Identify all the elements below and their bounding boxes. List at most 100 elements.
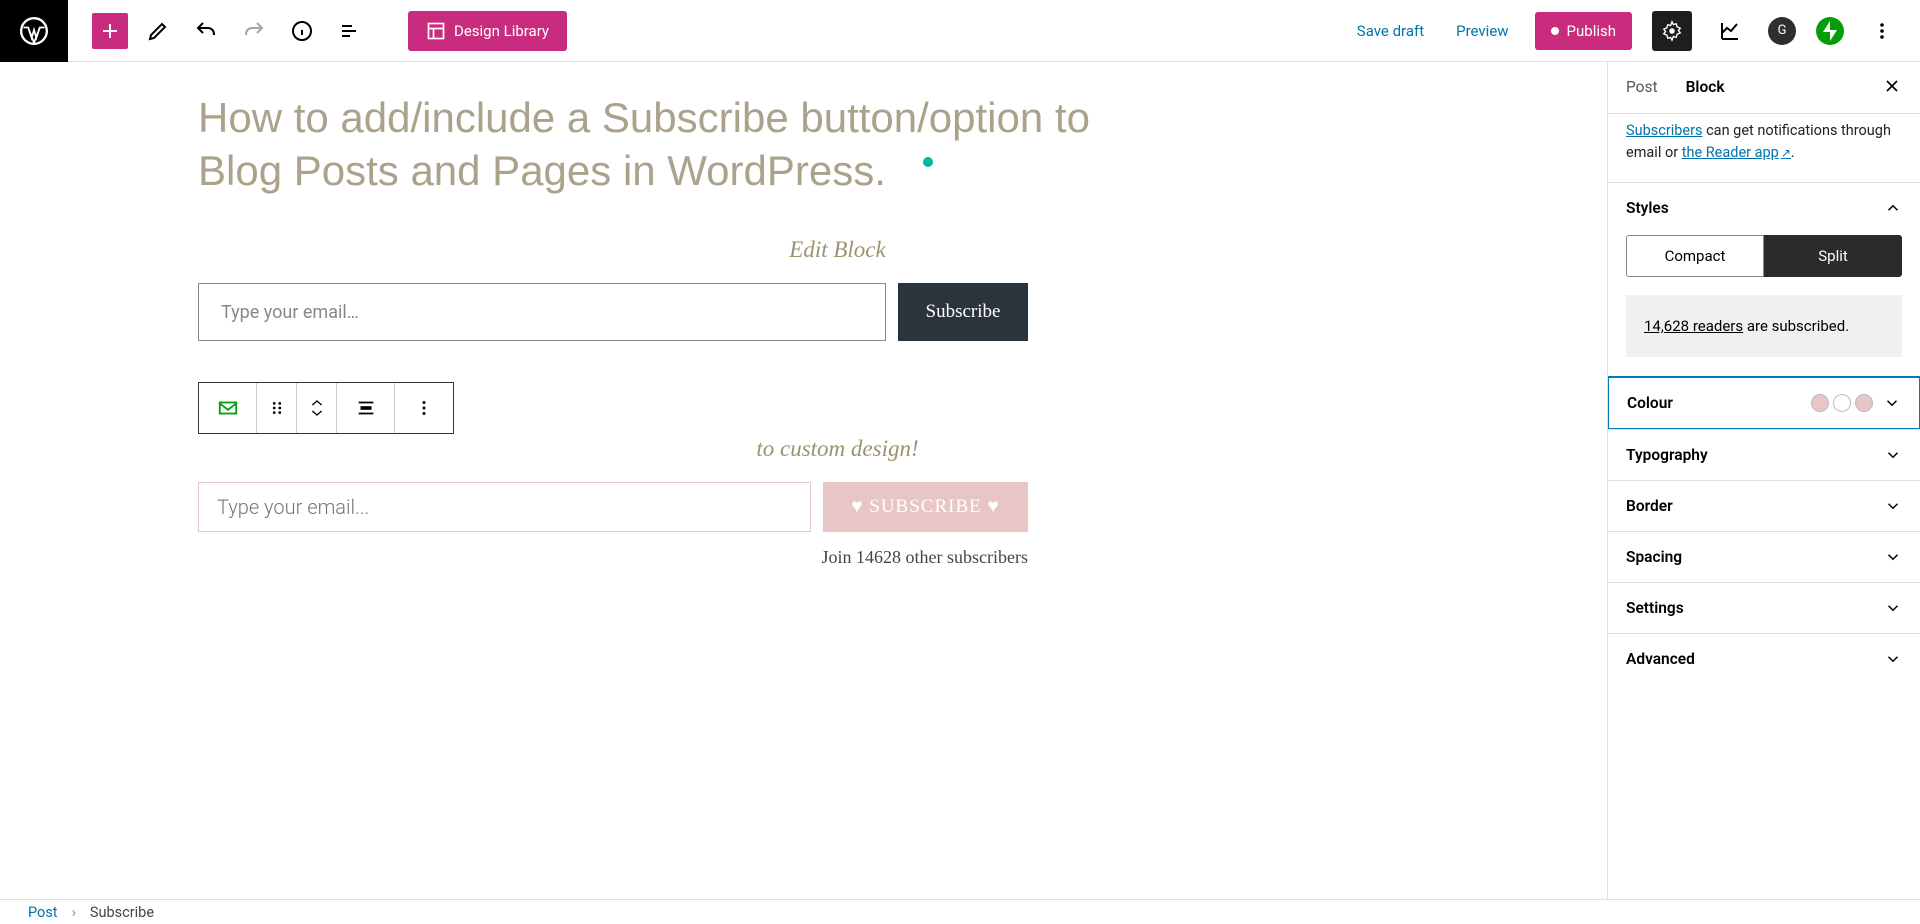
presence-indicator bbox=[923, 157, 933, 167]
chevron-down-icon bbox=[1884, 548, 1902, 566]
colour-title: Colour bbox=[1627, 394, 1673, 412]
section-spacing[interactable]: Spacing bbox=[1608, 531, 1920, 582]
post-title[interactable]: How to add/include a Subscribe button/op… bbox=[198, 92, 1098, 197]
more-options-button[interactable] bbox=[1864, 13, 1900, 49]
custom-design-caption: to custom design! bbox=[198, 436, 1477, 462]
style-compact-button[interactable]: Compact bbox=[1626, 235, 1764, 277]
reader-app-link[interactable]: the Reader app bbox=[1682, 144, 1791, 161]
block-breadcrumb: Post › Subscribe bbox=[0, 899, 1920, 924]
align-icon bbox=[355, 397, 377, 419]
sidebar-scroll[interactable]: Subscribers can get notifications throug… bbox=[1608, 114, 1920, 899]
info-icon bbox=[290, 19, 314, 43]
typography-title: Typography bbox=[1626, 446, 1708, 464]
wordpress-icon bbox=[20, 17, 48, 45]
subscribe-button-custom[interactable]: ♥ SUBSCRIBE ♥ bbox=[823, 482, 1028, 532]
save-draft-button[interactable]: Save draft bbox=[1351, 21, 1430, 41]
redo-button[interactable] bbox=[236, 13, 272, 49]
tab-post[interactable]: Post bbox=[1626, 78, 1658, 98]
subscribe-button-default[interactable]: Subscribe bbox=[898, 283, 1028, 341]
kebab-icon bbox=[1870, 19, 1894, 43]
preview-button[interactable]: Preview bbox=[1450, 21, 1514, 41]
document-outline-button[interactable] bbox=[332, 13, 368, 49]
chevron-down-icon bbox=[1884, 446, 1902, 464]
style-toggle: Compact Split bbox=[1626, 235, 1902, 277]
drag-handle[interactable] bbox=[257, 383, 297, 433]
edit-mode-button[interactable] bbox=[140, 13, 176, 49]
readers-subscribed-box: 14,628 readers are subscribed. bbox=[1626, 295, 1902, 357]
stats-icon bbox=[1718, 19, 1742, 43]
email-input-custom[interactable] bbox=[198, 482, 811, 532]
align-button[interactable] bbox=[337, 383, 395, 433]
sidebar-close-button[interactable] bbox=[1882, 76, 1902, 100]
chevron-down-icon bbox=[1884, 497, 1902, 515]
settings-toggle-button[interactable] bbox=[1652, 11, 1692, 51]
gear-icon bbox=[1661, 20, 1683, 42]
redo-icon bbox=[242, 19, 266, 43]
border-title: Border bbox=[1626, 497, 1673, 515]
chevron-down-icon bbox=[1884, 599, 1902, 617]
sidebar-tabs: Post Block bbox=[1608, 62, 1920, 114]
section-advanced[interactable]: Advanced bbox=[1608, 633, 1920, 684]
colour-swatch-preview bbox=[1811, 394, 1873, 412]
chevron-up-icon bbox=[1884, 199, 1902, 217]
document-info-button[interactable] bbox=[284, 13, 320, 49]
swatch-2 bbox=[1833, 394, 1851, 412]
toolbar-left-group: Design Library bbox=[68, 11, 567, 51]
section-settings[interactable]: Settings bbox=[1608, 582, 1920, 633]
chevron-down-icon bbox=[309, 408, 325, 418]
editor-canvas[interactable]: How to add/include a Subscribe button/op… bbox=[68, 62, 1607, 899]
join-subscribers-text: Join 14628 other subscribers bbox=[198, 547, 1028, 568]
settings-title: Settings bbox=[1626, 599, 1684, 617]
pencil-icon bbox=[146, 19, 170, 43]
undo-button[interactable] bbox=[188, 13, 224, 49]
chevron-down-icon bbox=[1883, 394, 1901, 412]
readers-tail: are subscribed. bbox=[1743, 317, 1849, 335]
section-colour[interactable]: Colour bbox=[1608, 376, 1920, 430]
design-library-button[interactable]: Design Library bbox=[408, 11, 567, 51]
editor-top-toolbar: Design Library Save draft Preview Publis… bbox=[0, 0, 1920, 62]
wordpress-logo[interactable] bbox=[0, 0, 68, 62]
drag-icon bbox=[266, 397, 288, 419]
toolbar-right-group: Save draft Preview Publish G bbox=[1351, 11, 1920, 51]
plus-icon bbox=[98, 19, 122, 43]
styles-title: Styles bbox=[1626, 199, 1669, 217]
style-split-button[interactable]: Split bbox=[1764, 235, 1902, 277]
subscribe-block-default[interactable]: Subscribe bbox=[198, 283, 1028, 341]
close-icon bbox=[1882, 76, 1902, 96]
block-more-button[interactable] bbox=[395, 383, 453, 433]
email-input-default[interactable] bbox=[198, 283, 886, 341]
tab-block[interactable]: Block bbox=[1686, 78, 1725, 98]
block-description: Subscribers can get notifications throug… bbox=[1608, 114, 1920, 182]
user-avatar[interactable]: G bbox=[1768, 17, 1796, 45]
swatch-3 bbox=[1855, 394, 1873, 412]
breadcrumb-root[interactable]: Post bbox=[28, 904, 58, 921]
settings-sidebar: Post Block Subscribers can get notificat… bbox=[1607, 62, 1920, 899]
design-library-label: Design Library bbox=[454, 22, 549, 40]
section-border[interactable]: Border bbox=[1608, 480, 1920, 531]
block-type-button[interactable] bbox=[199, 383, 257, 433]
breadcrumb-separator: › bbox=[72, 904, 76, 921]
list-icon bbox=[338, 19, 362, 43]
add-block-button[interactable] bbox=[92, 13, 128, 49]
chevron-down-icon bbox=[1884, 650, 1902, 668]
section-typography[interactable]: Typography bbox=[1608, 429, 1920, 480]
move-updown[interactable] bbox=[297, 383, 337, 433]
advanced-title: Advanced bbox=[1626, 650, 1695, 668]
breadcrumb-current: Subscribe bbox=[90, 904, 154, 921]
section-styles-header[interactable]: Styles bbox=[1608, 183, 1920, 233]
publish-button[interactable]: Publish bbox=[1535, 12, 1632, 50]
kebab-icon bbox=[413, 397, 435, 419]
spacing-title: Spacing bbox=[1626, 548, 1682, 566]
readers-count-link[interactable]: 14,628 readers bbox=[1644, 317, 1743, 335]
swatch-1 bbox=[1811, 394, 1829, 412]
jetpack-stats-button[interactable] bbox=[1712, 13, 1748, 49]
template-icon bbox=[426, 21, 446, 41]
styles-body: Compact Split 14,628 readers are subscri… bbox=[1608, 233, 1920, 377]
chevron-up-icon bbox=[309, 398, 325, 408]
subscribe-block-custom[interactable]: ♥ SUBSCRIBE ♥ bbox=[198, 482, 1028, 532]
jetpack-icon[interactable] bbox=[1816, 17, 1844, 45]
intro-tail: . bbox=[1791, 144, 1795, 161]
section-styles: Styles Compact Split 14,628 readers are … bbox=[1608, 182, 1920, 377]
mail-icon bbox=[217, 397, 239, 419]
subscribers-link[interactable]: Subscribers bbox=[1626, 122, 1703, 139]
